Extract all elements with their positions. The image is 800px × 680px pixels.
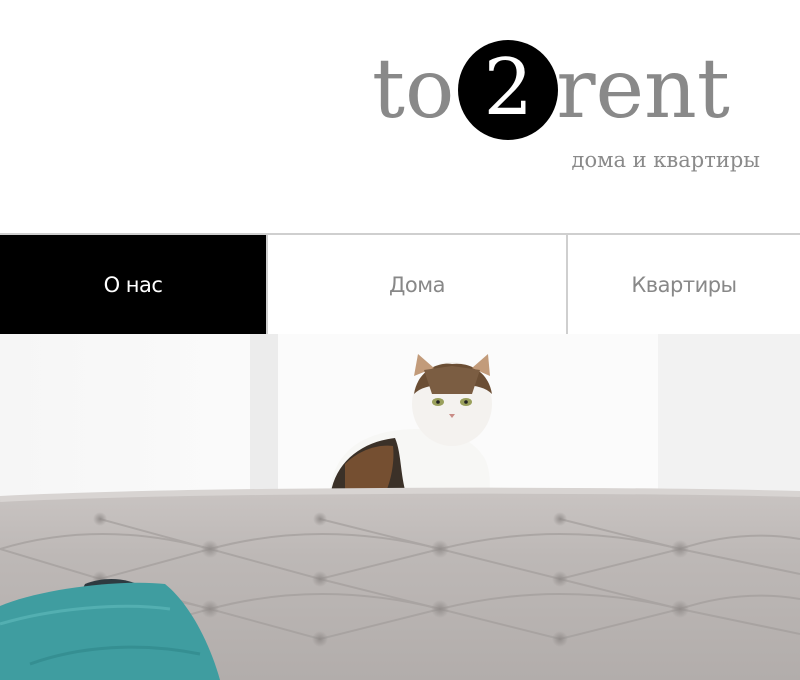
brand-logo[interactable]: to 2 rent [372,40,730,140]
main-navigation: О нас Дома Квартиры [0,233,800,334]
hero-photo [0,334,800,680]
brand-tagline: дома и квартиры [571,148,760,172]
logo-number-circle: 2 [458,40,559,140]
logo-suffix: rent [556,42,730,137]
wall-right [658,334,800,494]
logo-number: 2 [483,43,534,133]
nav-tab-houses[interactable]: Дома [266,235,566,334]
hero-image [0,334,800,680]
site-header: to 2 rent дома и квартиры [0,0,800,233]
nav-tab-apartments[interactable]: Квартиры [566,235,800,334]
logo-prefix: to [372,42,455,137]
nav-tab-about[interactable]: О нас [0,235,266,334]
window-frame [250,334,278,494]
